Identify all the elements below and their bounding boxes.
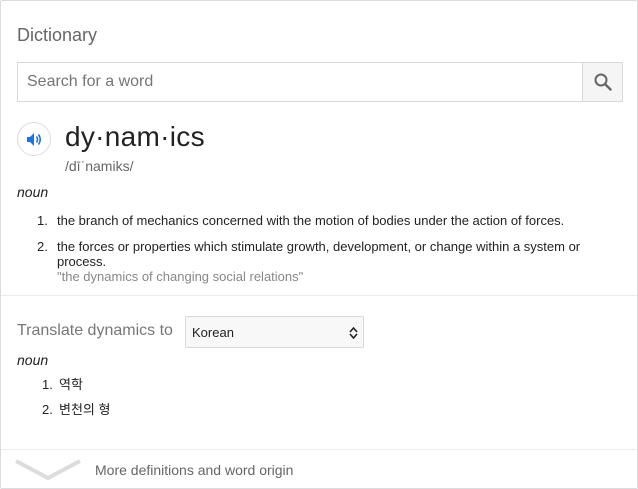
definition-number: 2. — [37, 239, 48, 254]
definition-text: the forces or properties which stimulate… — [57, 239, 581, 269]
definition-item: 2. the forces or properties which stimul… — [17, 239, 617, 284]
translations-list: 1. 역학 2. 변천의 형 — [17, 377, 110, 427]
speaker-icon — [27, 133, 42, 146]
headword: dy·nam·ics — [65, 121, 205, 152]
translate-part-of-speech: noun — [17, 352, 49, 368]
search-button[interactable] — [582, 63, 622, 101]
search-input[interactable] — [18, 63, 581, 101]
dictionary-card: Dictionary dy·nam·ics /dīˈnamiks/ noun 1… — [0, 0, 638, 489]
search-icon — [594, 73, 612, 91]
pronunciation-button[interactable] — [17, 122, 51, 156]
definition-example: "the dynamics of changing social relatio… — [57, 269, 304, 284]
translation-text: 변천의 형 — [59, 402, 111, 417]
definition-text: the branch of mechanics concerned with t… — [57, 213, 565, 228]
part-of-speech: noun — [17, 184, 49, 200]
translation-text: 역학 — [59, 377, 83, 392]
translation-item: 1. 역학 — [17, 377, 110, 402]
translation-number: 1. — [42, 377, 53, 392]
more-definitions-text: More definitions and word origin — [95, 462, 294, 478]
definition-number: 1. — [37, 213, 48, 228]
translation-item: 2. 변천의 형 — [17, 402, 110, 427]
phonetic: /dīˈnamiks/ — [65, 158, 134, 174]
divider — [1, 295, 637, 296]
translate-label: Translate dynamics to — [17, 322, 173, 339]
search-box — [17, 62, 623, 102]
chevron-down-icon — [15, 459, 81, 481]
card-title: Dictionary — [17, 25, 98, 45]
definition-item: 1. the branch of mechanics concerned wit… — [17, 213, 617, 228]
select-arrows-icon — [349, 327, 358, 339]
translation-number: 2. — [42, 402, 53, 417]
language-select[interactable]: Korean — [185, 316, 364, 348]
definitions-list: 1. the branch of mechanics concerned wit… — [17, 213, 617, 284]
more-definitions-link[interactable]: More definitions and word origin — [1, 450, 637, 488]
selected-language: Korean — [192, 325, 234, 340]
